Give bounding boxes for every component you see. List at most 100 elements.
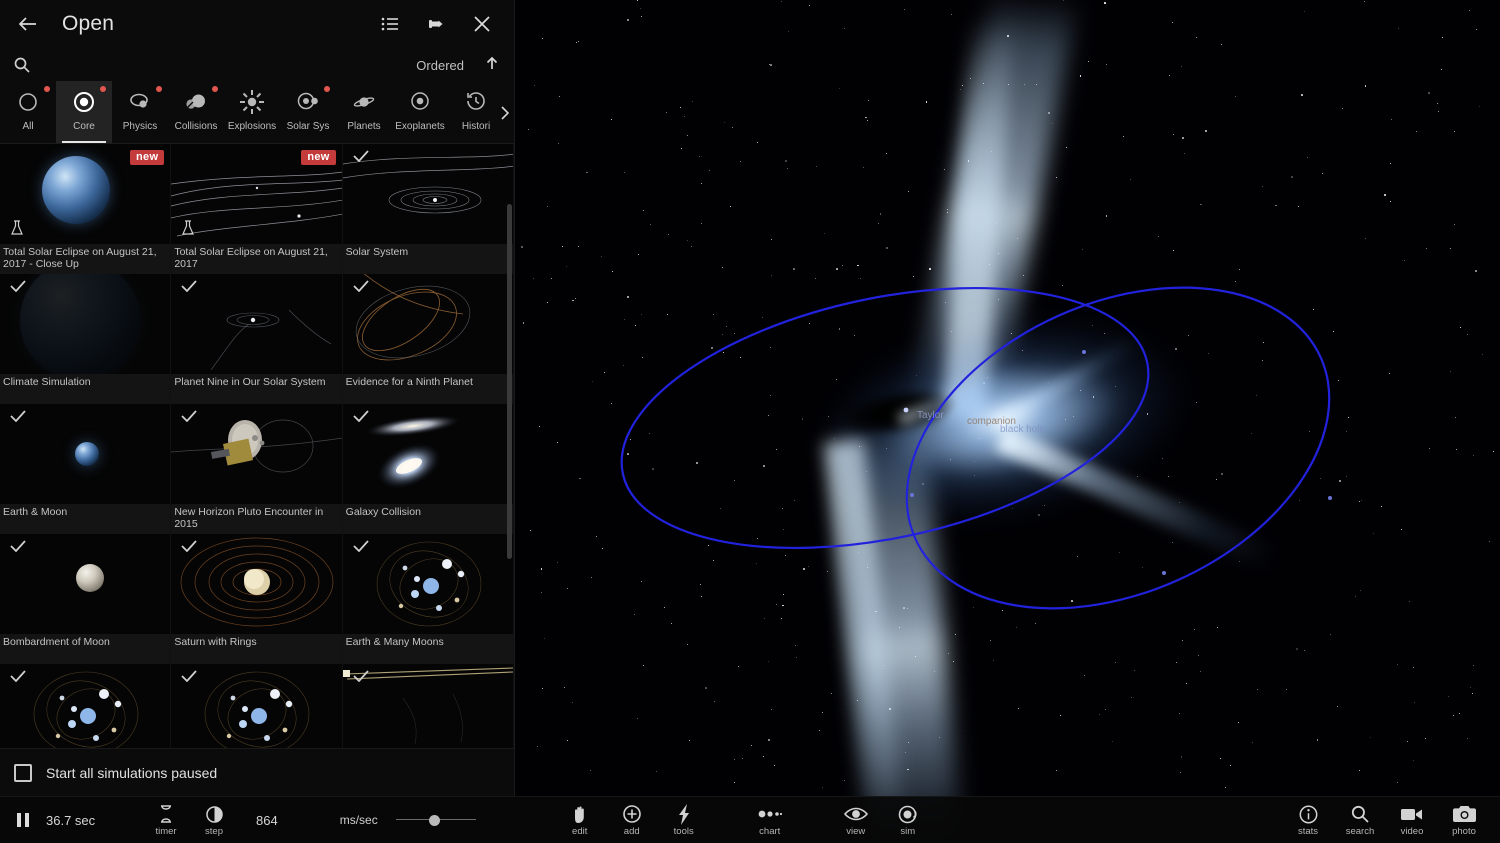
tab-notification-dot [324,86,330,92]
toolbar-button-label: stats [1297,826,1319,837]
search-icon[interactable] [8,51,36,79]
step-count-readout: 864 [256,812,278,828]
orbit-node-2 [1328,496,1332,500]
solar-system-icon [296,88,320,116]
list-view-icon[interactable] [372,6,408,42]
right-tool-group: stats search video photo [1282,803,1490,837]
toolbar-button-search[interactable]: search [1334,803,1386,837]
simulation-card[interactable]: New Horizon Pluto Encounter in 2015 [171,404,343,534]
tab-exoplanets[interactable]: Exoplanets [392,81,448,143]
check-icon [353,410,369,424]
orbit-ellipse-secondary [905,286,1331,610]
tab-label: All [22,121,34,132]
simulation-card[interactable]: Climate Simulation [0,274,172,404]
search-icon [1350,803,1370,825]
simulation-card[interactable]: new Total Solar Eclipse on August 21, 201… [171,144,343,274]
check-icon [181,670,197,684]
tab-label: Core [73,121,95,132]
pause-icon[interactable] [0,811,46,829]
speed-slider[interactable] [395,811,476,829]
sim-time-readout: 36.7 sec [46,812,96,828]
tab-explosions[interactable]: Explosions [224,81,280,143]
simulation-card[interactable]: Evidence for a Ninth Planet [342,274,514,404]
toolbar-button-chart[interactable]: chart [744,803,796,837]
lightning-icon [676,803,692,825]
pin-icon[interactable] [418,6,454,42]
check-icon [353,670,369,684]
simulation-card[interactable]: Solar System [342,144,514,274]
step-dial-icon [205,803,224,825]
plus-circle-icon [622,803,642,825]
slider-knob[interactable] [428,815,440,826]
step-button[interactable]: step [190,803,238,837]
orbit-node-4 [1082,350,1086,354]
grid-row: Bombardment of Moon Saturn with Rings Ea… [0,534,514,664]
check-icon [181,410,197,424]
card-title: Evidence for a Ninth Planet [342,374,513,404]
tab-planets[interactable]: Planets [336,81,392,143]
chevron-right-icon[interactable] [498,104,512,125]
toolbar-button-tools[interactable]: tools [658,803,710,837]
bottom-toolbar: 36.7 sec timer step 864 ms/sec edit add to… [0,796,1500,843]
card-title: Earth & Many Moons [342,634,513,664]
check-icon [10,410,26,424]
check-icon [181,540,197,554]
toolbar-button-label: video [1400,826,1424,837]
simulation-card[interactable]: new Total Solar Eclipse on August 21, 201… [0,144,172,274]
tab-histori[interactable]: Histori [448,81,504,143]
toolbar-button-edit[interactable]: edit [554,803,606,837]
simulation-card[interactable]: Bombardment of Moon [0,534,172,664]
check-icon [353,540,369,554]
simulation-card[interactable]: Planet Nine in Our Solar System [171,274,343,404]
file-grid-container[interactable]: new Total Solar Eclipse on August 21, 201… [0,144,514,748]
simulation-card[interactable]: Galaxy Collision [342,404,514,534]
toolbar-button-add[interactable]: add [606,803,658,837]
simulation-card[interactable] [0,664,172,748]
order-by-label[interactable]: Ordered [416,58,464,73]
rate-label: ms/sec [339,813,378,827]
card-title: Climate Simulation [0,374,171,404]
collision-spheres-icon [184,88,208,116]
toolbar-button-view[interactable]: view [830,803,882,837]
simulation-card[interactable]: Earth & Moon [0,404,172,534]
tab-collisions[interactable]: Collisions [168,81,224,143]
tab-core[interactable]: Core [56,81,112,143]
orbit-node-3 [1162,571,1166,575]
start-paused-checkbox[interactable] [14,763,32,782]
hand-icon [570,803,590,825]
close-icon[interactable] [464,6,500,42]
toolbar-button-stats[interactable]: stats [1282,803,1334,837]
tab-physics[interactable]: Physics [112,81,168,143]
timer-label: timer [155,826,177,837]
category-tab-strip[interactable]: All Core Physics Collisions Explosions Solar … [0,81,514,144]
simulation-card[interactable] [171,664,343,748]
panel-header: Open [0,0,514,48]
video-camera-icon [1400,803,1424,825]
eye-icon [843,803,868,825]
start-paused-row[interactable]: Start all simulations paused [0,748,514,796]
tab-label: Histori [461,121,491,132]
card-title: Saturn with Rings [171,634,342,664]
timer-button[interactable]: timer [142,803,190,837]
toolbar-button-label: edit [572,826,588,837]
panel-scrollbar[interactable] [507,204,512,559]
toolbar-button-sim[interactable]: sim [882,803,934,837]
new-badge: new [130,150,165,165]
starburst-icon [240,88,264,116]
sim-orbit-icon [897,803,918,825]
toolbar-button-photo[interactable]: photo [1438,803,1490,837]
back-arrow-icon[interactable] [10,6,46,42]
simulation-card[interactable]: Earth & Many Moons [342,534,514,664]
history-clock-icon [464,88,488,116]
tab-notification-dot [212,86,218,92]
flask-icon [181,220,195,238]
search-input[interactable] [36,57,417,73]
arrow-up-icon[interactable] [482,55,502,76]
dots-chart-icon [758,803,782,825]
tab-solar-sys[interactable]: Solar Sys [280,81,336,143]
simulation-card[interactable]: Saturn with Rings [171,534,343,664]
toolbar-button-label: photo [1452,826,1476,837]
simulation-card[interactable] [342,664,514,748]
toolbar-button-video[interactable]: video [1386,803,1438,837]
tab-all[interactable]: All [0,81,56,143]
